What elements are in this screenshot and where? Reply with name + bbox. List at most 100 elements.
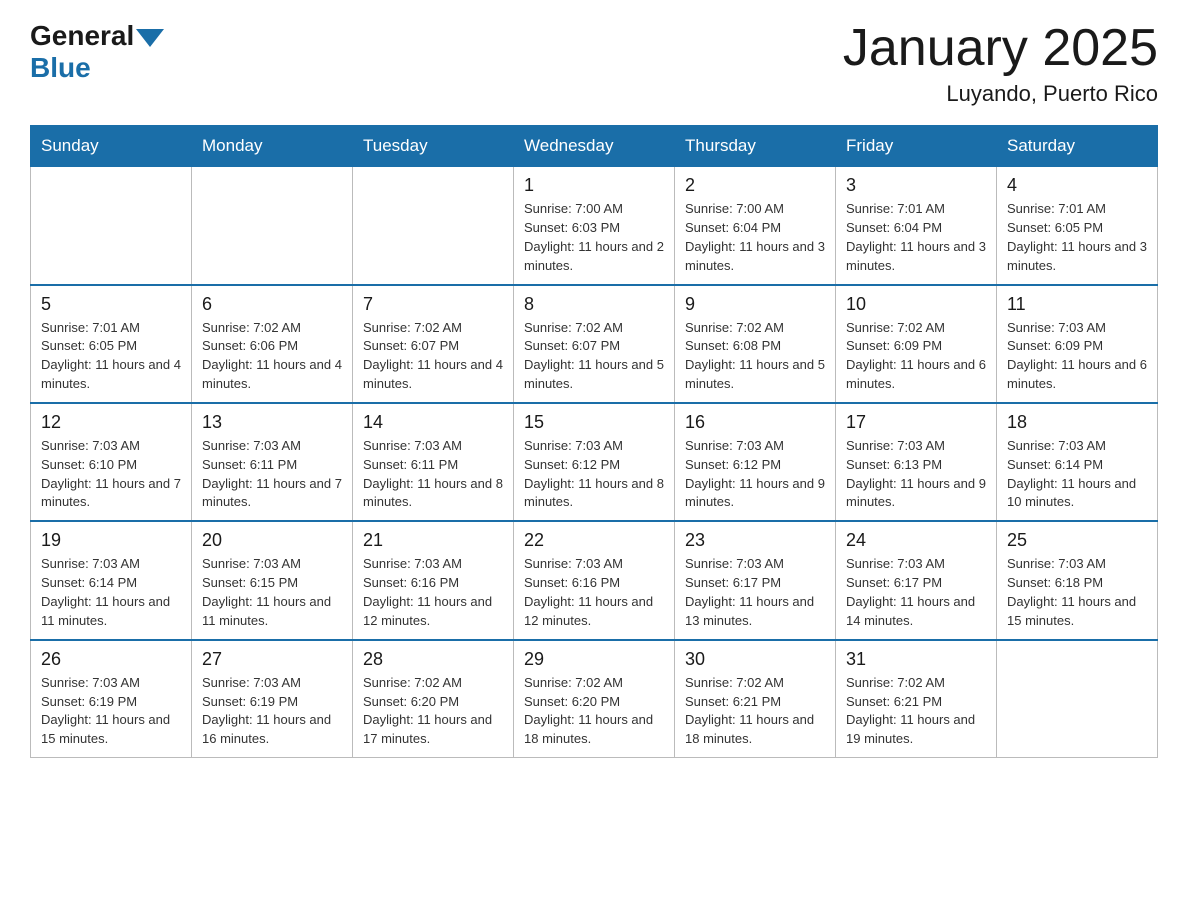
day-info: Sunrise: 7:03 AM Sunset: 6:19 PM Dayligh… [41, 674, 181, 749]
calendar-cell: 14 Sunrise: 7:03 AM Sunset: 6:11 PM Dayli… [353, 403, 514, 521]
calendar-week-row: 26 Sunrise: 7:03 AM Sunset: 6:19 PM Dayli… [31, 640, 1158, 758]
day-info: Sunrise: 7:01 AM Sunset: 6:05 PM Dayligh… [41, 319, 181, 394]
day-number: 11 [1007, 294, 1147, 315]
calendar-cell: 30Sunrise: 7:02 AM Sunset: 6:21 PM Dayli… [675, 640, 836, 758]
calendar-week-row: 19 Sunrise: 7:03 AM Sunset: 6:14 PM Dayli… [31, 521, 1158, 639]
logo-arrow-icon [136, 29, 164, 47]
day-number: 3 [846, 175, 986, 196]
day-info: Sunrise: 7:03 AM Sunset: 6:17 PM Dayligh… [685, 555, 825, 630]
calendar-cell: 10Sunrise: 7:02 AM Sunset: 6:09 PM Dayli… [836, 285, 997, 403]
day-info: Sunrise: 7:03 AM Sunset: 6:13 PM Dayligh… [846, 437, 986, 512]
calendar-cell: 2 Sunrise: 7:00 AM Sunset: 6:04 PM Daylig… [675, 167, 836, 285]
day-number: 28 [363, 649, 503, 670]
calendar-cell: 22 Sunrise: 7:03 AM Sunset: 6:16 PM Dayli… [514, 521, 675, 639]
calendar-cell: 11 Sunrise: 7:03 AM Sunset: 6:09 PM Dayli… [997, 285, 1158, 403]
day-of-week-header: Wednesday [514, 126, 675, 167]
day-number: 1 [524, 175, 664, 196]
day-number: 31 [846, 649, 986, 670]
day-info: Sunrise: 7:02 AM Sunset: 6:20 PM Dayligh… [524, 674, 664, 749]
calendar-cell: 17 Sunrise: 7:03 AM Sunset: 6:13 PM Dayli… [836, 403, 997, 521]
day-info: Sunrise: 7:03 AM Sunset: 6:11 PM Dayligh… [202, 437, 342, 512]
calendar-cell: 18 Sunrise: 7:03 AM Sunset: 6:14 PM Dayli… [997, 403, 1158, 521]
calendar-cell: 1 Sunrise: 7:00 AM Sunset: 6:03 PM Daylig… [514, 167, 675, 285]
day-number: 18 [1007, 412, 1147, 433]
day-info: Sunrise: 7:02 AM Sunset: 6:06 PM Dayligh… [202, 319, 342, 394]
day-number: 16 [685, 412, 825, 433]
calendar-cell: 7Sunrise: 7:02 AM Sunset: 6:07 PM Daylig… [353, 285, 514, 403]
calendar-cell: 19 Sunrise: 7:03 AM Sunset: 6:14 PM Dayli… [31, 521, 192, 639]
calendar-cell [997, 640, 1158, 758]
day-info: Sunrise: 7:03 AM Sunset: 6:12 PM Dayligh… [685, 437, 825, 512]
day-info: Sunrise: 7:01 AM Sunset: 6:05 PM Dayligh… [1007, 200, 1147, 275]
calendar-cell [31, 167, 192, 285]
day-number: 13 [202, 412, 342, 433]
day-number: 26 [41, 649, 181, 670]
day-number: 17 [846, 412, 986, 433]
calendar-cell: 24Sunrise: 7:03 AM Sunset: 6:17 PM Dayli… [836, 521, 997, 639]
day-number: 5 [41, 294, 181, 315]
day-number: 25 [1007, 530, 1147, 551]
day-info: Sunrise: 7:03 AM Sunset: 6:11 PM Dayligh… [363, 437, 503, 512]
calendar-cell: 26 Sunrise: 7:03 AM Sunset: 6:19 PM Dayli… [31, 640, 192, 758]
day-info: Sunrise: 7:03 AM Sunset: 6:12 PM Dayligh… [524, 437, 664, 512]
day-number: 19 [41, 530, 181, 551]
day-info: Sunrise: 7:03 AM Sunset: 6:16 PM Dayligh… [363, 555, 503, 630]
day-of-week-header: Sunday [31, 126, 192, 167]
day-info: Sunrise: 7:02 AM Sunset: 6:20 PM Dayligh… [363, 674, 503, 749]
day-info: Sunrise: 7:03 AM Sunset: 6:09 PM Dayligh… [1007, 319, 1147, 394]
day-info: Sunrise: 7:03 AM Sunset: 6:15 PM Dayligh… [202, 555, 342, 630]
day-info: Sunrise: 7:03 AM Sunset: 6:14 PM Dayligh… [1007, 437, 1147, 512]
calendar-title: January 2025 [843, 20, 1158, 77]
day-info: Sunrise: 7:03 AM Sunset: 6:18 PM Dayligh… [1007, 555, 1147, 630]
day-info: Sunrise: 7:03 AM Sunset: 6:16 PM Dayligh… [524, 555, 664, 630]
page-header: General Blue January 2025 Luyando, Puert… [30, 20, 1158, 107]
day-info: Sunrise: 7:02 AM Sunset: 6:08 PM Dayligh… [685, 319, 825, 394]
day-number: 22 [524, 530, 664, 551]
day-info: Sunrise: 7:03 AM Sunset: 6:17 PM Dayligh… [846, 555, 986, 630]
calendar-subtitle: Luyando, Puerto Rico [843, 81, 1158, 107]
day-of-week-header: Tuesday [353, 126, 514, 167]
day-number: 9 [685, 294, 825, 315]
day-of-week-header: Saturday [997, 126, 1158, 167]
day-info: Sunrise: 7:03 AM Sunset: 6:19 PM Dayligh… [202, 674, 342, 749]
calendar-cell [353, 167, 514, 285]
calendar-cell: 8Sunrise: 7:02 AM Sunset: 6:07 PM Daylig… [514, 285, 675, 403]
calendar-cell: 9 Sunrise: 7:02 AM Sunset: 6:08 PM Daylig… [675, 285, 836, 403]
day-info: Sunrise: 7:01 AM Sunset: 6:04 PM Dayligh… [846, 200, 986, 275]
calendar-cell: 16 Sunrise: 7:03 AM Sunset: 6:12 PM Dayli… [675, 403, 836, 521]
calendar-week-row: 1 Sunrise: 7:00 AM Sunset: 6:03 PM Daylig… [31, 167, 1158, 285]
calendar-cell: 21Sunrise: 7:03 AM Sunset: 6:16 PM Dayli… [353, 521, 514, 639]
calendar-cell: 31 Sunrise: 7:02 AM Sunset: 6:21 PM Dayli… [836, 640, 997, 758]
calendar-week-row: 5 Sunrise: 7:01 AM Sunset: 6:05 PM Daylig… [31, 285, 1158, 403]
days-header-row: SundayMondayTuesdayWednesdayThursdayFrid… [31, 126, 1158, 167]
day-of-week-header: Friday [836, 126, 997, 167]
day-number: 2 [685, 175, 825, 196]
logo-blue-text: Blue [30, 52, 91, 84]
calendar-table: SundayMondayTuesdayWednesdayThursdayFrid… [30, 125, 1158, 758]
day-info: Sunrise: 7:00 AM Sunset: 6:04 PM Dayligh… [685, 200, 825, 275]
calendar-cell: 29 Sunrise: 7:02 AM Sunset: 6:20 PM Dayli… [514, 640, 675, 758]
day-number: 15 [524, 412, 664, 433]
calendar-week-row: 12Sunrise: 7:03 AM Sunset: 6:10 PM Dayli… [31, 403, 1158, 521]
title-block: January 2025 Luyando, Puerto Rico [843, 20, 1158, 107]
day-number: 6 [202, 294, 342, 315]
calendar-cell: 13 Sunrise: 7:03 AM Sunset: 6:11 PM Dayli… [192, 403, 353, 521]
day-info: Sunrise: 7:02 AM Sunset: 6:21 PM Dayligh… [846, 674, 986, 749]
calendar-cell: 12Sunrise: 7:03 AM Sunset: 6:10 PM Dayli… [31, 403, 192, 521]
day-info: Sunrise: 7:02 AM Sunset: 6:07 PM Dayligh… [363, 319, 503, 394]
day-of-week-header: Thursday [675, 126, 836, 167]
day-info: Sunrise: 7:00 AM Sunset: 6:03 PM Dayligh… [524, 200, 664, 275]
day-number: 20 [202, 530, 342, 551]
day-info: Sunrise: 7:02 AM Sunset: 6:09 PM Dayligh… [846, 319, 986, 394]
calendar-cell: 4Sunrise: 7:01 AM Sunset: 6:05 PM Daylig… [997, 167, 1158, 285]
day-number: 30 [685, 649, 825, 670]
day-number: 29 [524, 649, 664, 670]
calendar-cell: 6 Sunrise: 7:02 AM Sunset: 6:06 PM Daylig… [192, 285, 353, 403]
calendar-cell: 27Sunrise: 7:03 AM Sunset: 6:19 PM Dayli… [192, 640, 353, 758]
calendar-cell: 5 Sunrise: 7:01 AM Sunset: 6:05 PM Daylig… [31, 285, 192, 403]
day-info: Sunrise: 7:03 AM Sunset: 6:14 PM Dayligh… [41, 555, 181, 630]
calendar-cell: 25 Sunrise: 7:03 AM Sunset: 6:18 PM Dayli… [997, 521, 1158, 639]
day-info: Sunrise: 7:02 AM Sunset: 6:07 PM Dayligh… [524, 319, 664, 394]
day-number: 14 [363, 412, 503, 433]
logo-general-text: General [30, 20, 134, 52]
